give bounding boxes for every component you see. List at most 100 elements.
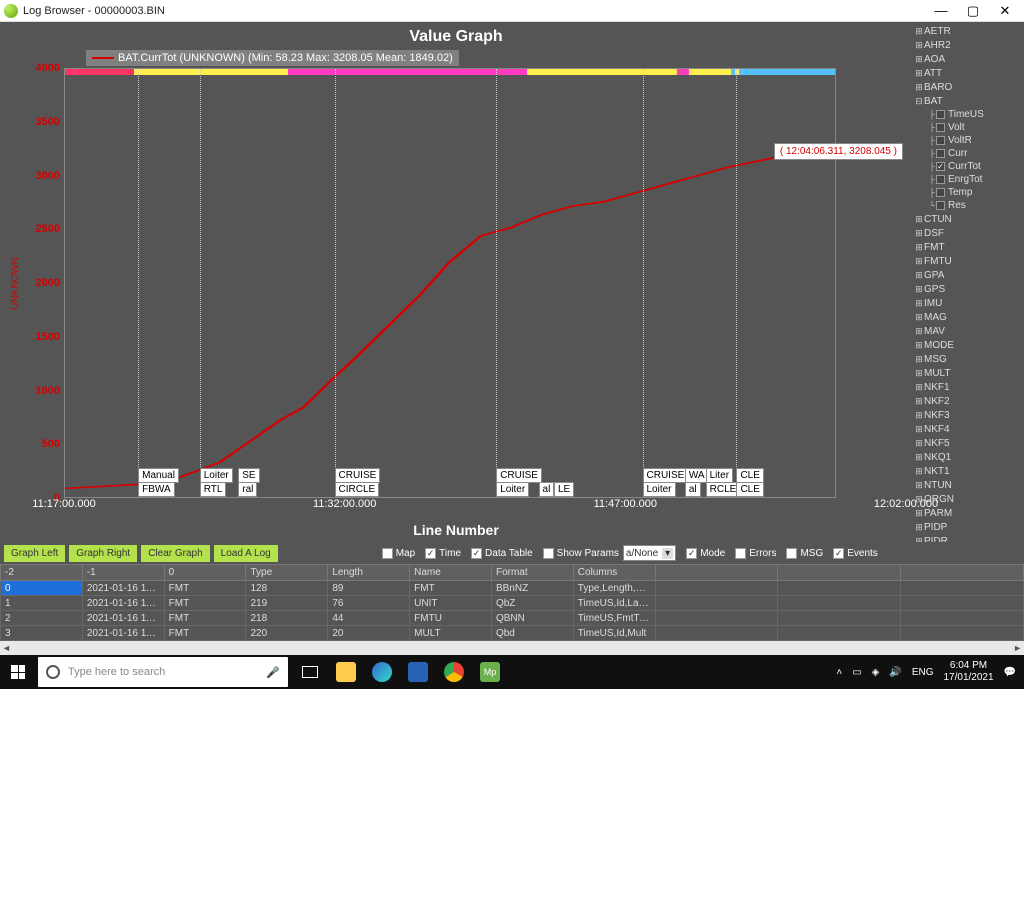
graph-left-button[interactable]: Graph Left (4, 545, 65, 562)
tree-item-bat[interactable]: ⊟BAT (912, 94, 1024, 108)
notification-icon[interactable]: 💬 (1004, 667, 1016, 678)
tree-item-fmtu[interactable]: ⊞FMTU (912, 254, 1024, 268)
close-button[interactable]: ✕ (998, 3, 1012, 19)
mode-label: LE (554, 482, 574, 497)
tree-item-mav[interactable]: ⊞MAV (912, 324, 1024, 338)
tree-item-att[interactable]: ⊞ATT (912, 66, 1024, 80)
file-explorer-icon[interactable] (330, 655, 362, 689)
mission-planner-icon[interactable]: Mp (474, 655, 506, 689)
table-row[interactable]: 12021-01-16 11:1...FMT21976UNITQbZTimeUS… (1, 596, 1024, 611)
tree-panel[interactable]: ⊞AETR⊞AHR2⊞AOA⊞ATT⊞BARO⊟BAT├TimeUS├Volt├… (912, 22, 1024, 542)
tree-field-currtot[interactable]: ├CurrTot (912, 160, 1024, 173)
y-axis: 05001000150020002500300035004000 (24, 68, 64, 498)
tree-item-gps[interactable]: ⊞GPS (912, 282, 1024, 296)
column-header[interactable]: Type (246, 565, 328, 581)
toolbar: Graph Left Graph Right Clear Graph Load … (0, 542, 1024, 564)
tree-item-nkf2[interactable]: ⊞NKF2 (912, 394, 1024, 408)
language-indicator[interactable]: ENG (912, 667, 934, 678)
battery-icon[interactable]: ▭ (852, 667, 861, 678)
clear-graph-button[interactable]: Clear Graph (141, 545, 209, 562)
legend-text: BAT.CurrTot (UNKNOWN) (Min: 58.23 Max: 3… (118, 52, 453, 64)
table-row[interactable]: 22021-01-16 11:1...FMT21844FMTUQBNNTimeU… (1, 611, 1024, 626)
time-checkbox[interactable] (425, 548, 436, 559)
taskbar: Type here to search 🎤 Mp ˄ ▭ ◈ 🔊 ENG 6:0… (0, 655, 1024, 689)
tree-item-mag[interactable]: ⊞MAG (912, 310, 1024, 324)
tree-item-ctun[interactable]: ⊞CTUN (912, 212, 1024, 226)
mode-label: SE (238, 468, 259, 483)
tree-item-ntun[interactable]: ⊞NTUN (912, 478, 1024, 492)
tree-field-volt[interactable]: ├Volt (912, 121, 1024, 134)
wifi-icon[interactable]: ◈ (872, 667, 880, 678)
tree-item-ahr2[interactable]: ⊞AHR2 (912, 38, 1024, 52)
tree-item-dsf[interactable]: ⊞DSF (912, 226, 1024, 240)
tree-field-enrgtot[interactable]: ├EnrgTot (912, 173, 1024, 186)
volume-icon[interactable]: 🔊 (889, 667, 901, 678)
column-header[interactable]: Format (491, 565, 573, 581)
taskbar-clock[interactable]: 6:04 PM17/01/2021 (943, 660, 993, 684)
horizontal-scrollbar[interactable]: ◄► (0, 641, 1024, 655)
column-header[interactable]: Columns (573, 565, 655, 581)
tree-item-pidp[interactable]: ⊞PIDP (912, 520, 1024, 534)
tree-field-temp[interactable]: ├Temp (912, 186, 1024, 199)
mode-label: ral (238, 482, 257, 497)
minimize-button[interactable]: — (934, 3, 948, 19)
mode-checkbox[interactable] (686, 548, 697, 559)
tree-item-aetr[interactable]: ⊞AETR (912, 24, 1024, 38)
column-header[interactable]: -2 (1, 565, 83, 581)
mode-label: CRUISE (643, 468, 689, 483)
maximize-button[interactable]: ▢ (966, 3, 980, 19)
tree-item-imu[interactable]: ⊞IMU (912, 296, 1024, 310)
data-grid[interactable]: -2-10TypeLengthNameFormatColumns02021-01… (0, 564, 1024, 655)
column-header[interactable] (655, 565, 778, 581)
chrome-icon[interactable] (438, 655, 470, 689)
msg-checkbox[interactable] (786, 548, 797, 559)
tree-item-nkq1[interactable]: ⊞NKQ1 (912, 450, 1024, 464)
tree-field-voltr[interactable]: ├VoltR (912, 134, 1024, 147)
events-checkbox[interactable] (833, 548, 844, 559)
tree-item-fmt[interactable]: ⊞FMT (912, 240, 1024, 254)
tree-item-baro[interactable]: ⊞BARO (912, 80, 1024, 94)
graph-panel: Value Graph BAT.CurrTot (UNKNOWN) (Min: … (0, 22, 912, 542)
tree-item-gpa[interactable]: ⊞GPA (912, 268, 1024, 282)
tree-field-timeus[interactable]: ├TimeUS (912, 108, 1024, 121)
tree-item-msg[interactable]: ⊞MSG (912, 352, 1024, 366)
plot-area[interactable]: ( 12:04:06.311, 3208.045 ) ManualFBWALoi… (64, 68, 836, 498)
tree-item-pidr[interactable]: ⊞PIDR (912, 534, 1024, 542)
table-row[interactable]: 32021-01-16 11:1...FMT22020MULTQbdTimeUS… (1, 626, 1024, 641)
store-icon[interactable] (402, 655, 434, 689)
x-axis: 11:17:00.00011:32:00.00011:47:00.00012:0… (64, 498, 906, 520)
tree-field-curr[interactable]: ├Curr (912, 147, 1024, 160)
mode-select[interactable]: a/None▾ (623, 545, 676, 561)
column-header[interactable]: Name (410, 565, 492, 581)
mode-label: Loiter (496, 482, 529, 497)
column-header[interactable] (901, 565, 1024, 581)
edge-icon[interactable] (366, 655, 398, 689)
search-icon (46, 665, 60, 679)
tree-item-nkf1[interactable]: ⊞NKF1 (912, 380, 1024, 394)
tree-item-nkf3[interactable]: ⊞NKF3 (912, 408, 1024, 422)
tree-item-aoa[interactable]: ⊞AOA (912, 52, 1024, 66)
tree-field-res[interactable]: └Res (912, 199, 1024, 212)
column-header[interactable]: Length (328, 565, 410, 581)
tree-item-nkf5[interactable]: ⊞NKF5 (912, 436, 1024, 450)
start-button[interactable] (0, 655, 36, 689)
task-view-button[interactable] (294, 655, 326, 689)
show-params-checkbox[interactable] (543, 548, 554, 559)
tree-item-nkt1[interactable]: ⊞NKT1 (912, 464, 1024, 478)
mic-icon[interactable]: 🎤 (266, 666, 280, 679)
errors-checkbox[interactable] (735, 548, 746, 559)
load-log-button[interactable]: Load A Log (214, 545, 278, 562)
table-row[interactable]: 02021-01-16 11:1...FMT12889FMTBBnNZType,… (1, 581, 1024, 596)
y-axis-label: UNKNOWN (6, 68, 24, 498)
tree-item-mode[interactable]: ⊞MODE (912, 338, 1024, 352)
taskbar-search[interactable]: Type here to search 🎤 (38, 657, 288, 687)
data-table-checkbox[interactable] (471, 548, 482, 559)
tray-chevron-up-icon[interactable]: ˄ (836, 667, 842, 678)
column-header[interactable]: 0 (164, 565, 246, 581)
graph-right-button[interactable]: Graph Right (69, 545, 137, 562)
tree-item-mult[interactable]: ⊞MULT (912, 366, 1024, 380)
tree-item-nkf4[interactable]: ⊞NKF4 (912, 422, 1024, 436)
column-header[interactable]: -1 (82, 565, 164, 581)
map-checkbox[interactable] (382, 548, 393, 559)
column-header[interactable] (778, 565, 901, 581)
